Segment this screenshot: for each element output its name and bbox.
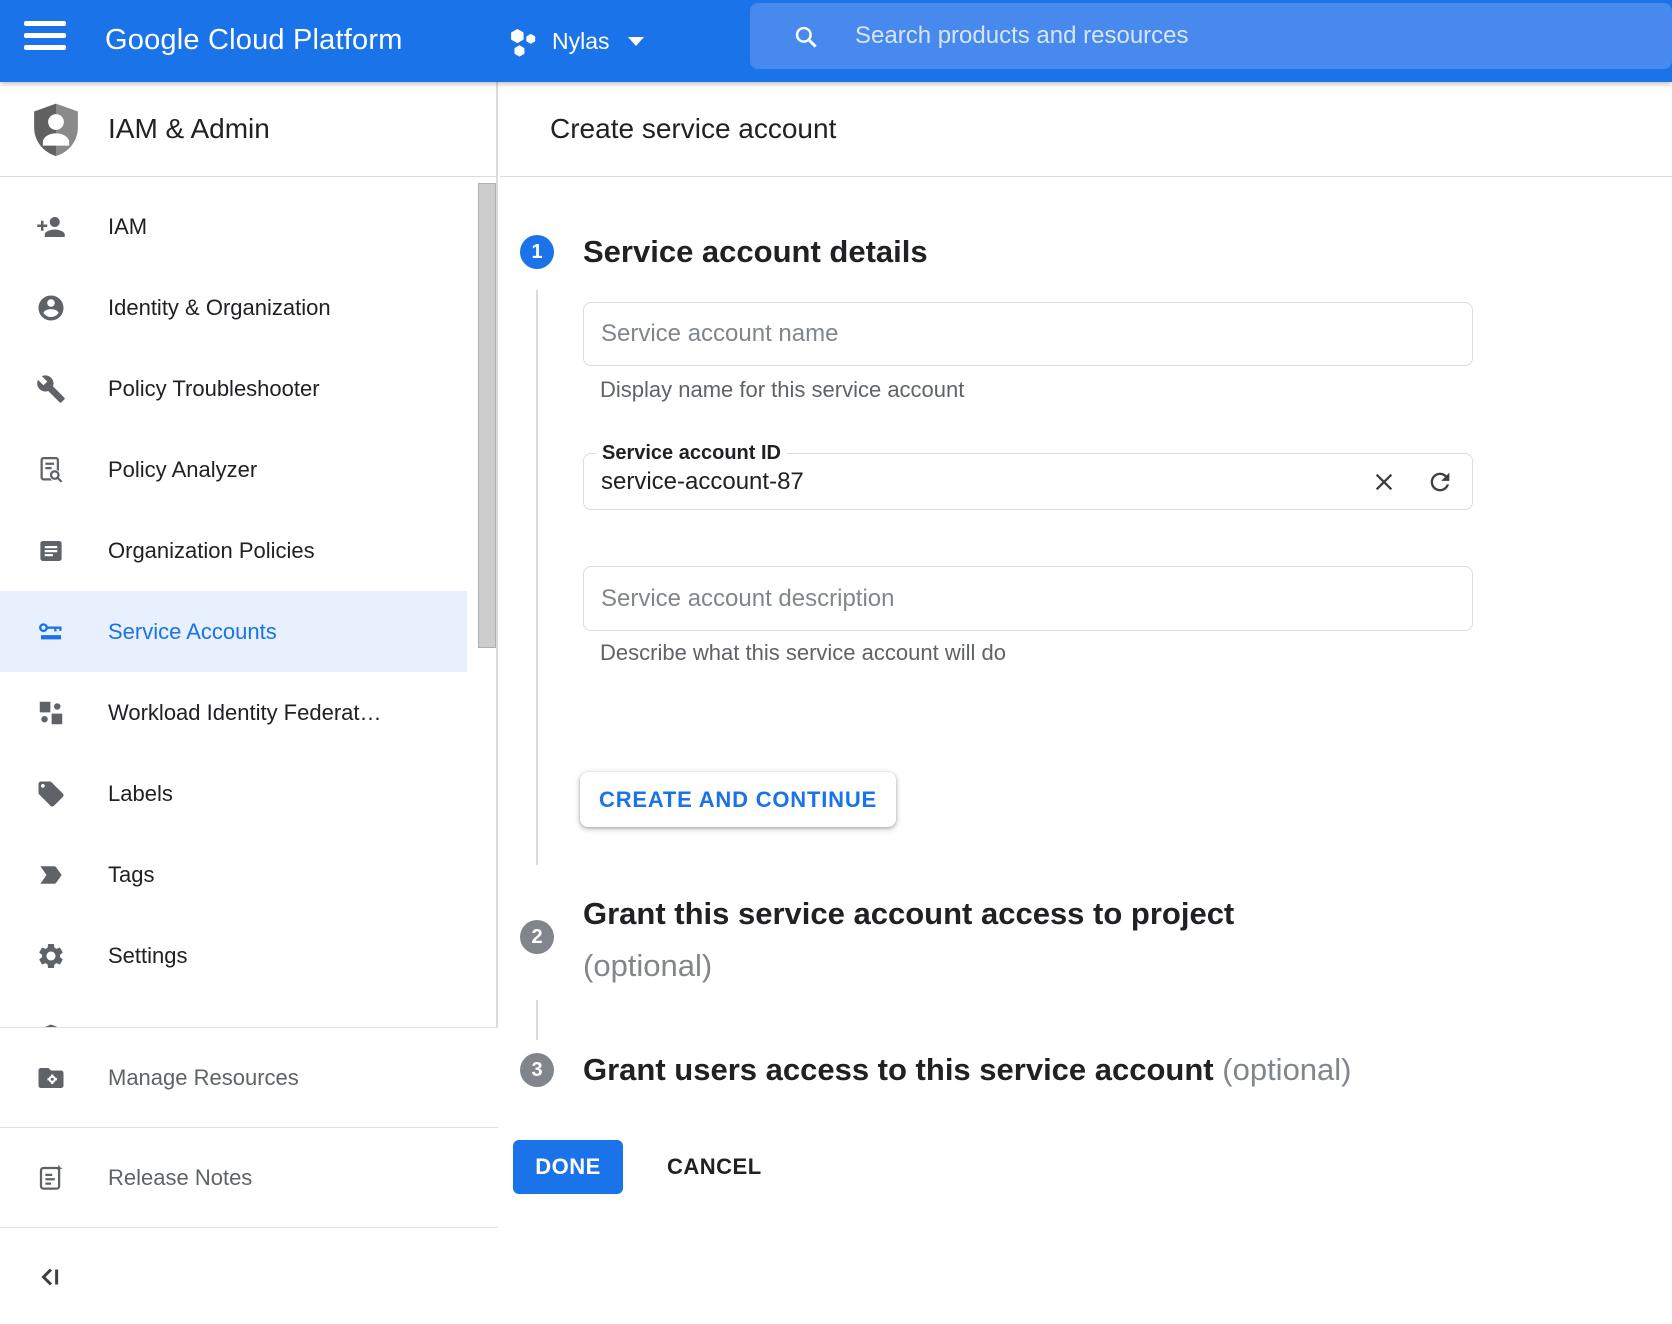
menu-icon[interactable] — [24, 21, 66, 51]
gcp-logo[interactable]: Google Cloud Platform — [105, 0, 403, 82]
cancel-button[interactable]: CANCEL — [667, 1140, 762, 1194]
step-2-title-line2: (optional) — [583, 940, 1234, 992]
wrench-icon — [36, 374, 66, 404]
sidebar-item-label: Release Notes — [108, 1165, 252, 1191]
done-button[interactable]: DONE — [513, 1140, 623, 1194]
search-bar — [750, 3, 1672, 69]
sidebar-item-label: Tags — [108, 862, 154, 888]
sidebar-scrollbar[interactable] — [478, 183, 496, 648]
sidebar-item-policy-troubleshooter[interactable]: Policy Troubleshooter — [0, 348, 467, 429]
sidebar-item-label: Identity & Organization — [108, 295, 331, 321]
step-2-title-line1: Grant this service account access to pro… — [583, 888, 1234, 940]
step-3-indicator: 3 — [520, 1053, 554, 1087]
sidebar-nav: IAM Identity & Organization Policy Trouble… — [0, 178, 498, 1027]
service-account-id-input[interactable] — [601, 468, 1370, 496]
person-add-icon — [36, 212, 66, 242]
step-2-indicator: 2 — [520, 920, 554, 954]
chevron-down-icon — [628, 37, 644, 46]
clear-icon[interactable] — [1370, 468, 1398, 496]
sidebar-item-organization-policies[interactable]: Organization Policies — [0, 510, 467, 591]
step-1-title: Service account details — [583, 235, 928, 269]
sidebar-item-label: Settings — [108, 943, 188, 969]
folder-gear-icon — [36, 1063, 66, 1093]
sidebar-title: IAM & Admin — [108, 113, 270, 145]
sidebar-item-manage-resources[interactable]: Manage Resources — [0, 1028, 498, 1128]
document-search-icon — [36, 455, 66, 485]
sidebar-item-label: IAM — [108, 214, 147, 240]
step-connector-2 — [536, 1000, 538, 1040]
arrow-tag-icon — [36, 860, 66, 890]
iam-admin-shield-icon — [28, 100, 84, 158]
sidebar-item-workload-identity-federat[interactable]: Workload Identity Federat… — [0, 672, 467, 753]
sidebar-item-label: Policy Analyzer — [108, 457, 257, 483]
sidebar-item-label: Policy Troubleshooter — [108, 376, 320, 402]
step-3-title-optional: (optional) — [1222, 1052, 1351, 1087]
step-3-title: Grant users access to this service accou… — [583, 1053, 1352, 1087]
page-header: Create service account — [500, 82, 1672, 177]
project-selector[interactable]: Nylas — [506, 0, 644, 82]
create-and-continue-button[interactable]: CREATE AND CONTINUE — [580, 772, 896, 827]
sidebar-item-label: Manage Resources — [108, 1065, 299, 1091]
collapse-sidebar-icon[interactable] — [36, 1262, 66, 1292]
document-lines-icon — [36, 536, 66, 566]
sidebar-item-service-accounts[interactable]: Service Accounts — [0, 591, 467, 672]
gcp-console: Google Cloud Platform Nylas IAM & Admin … — [0, 0, 1672, 1324]
step-1-indicator: 1 — [520, 235, 554, 269]
sidebar-item-privacy-security[interactable]: Privacy & Security — [0, 996, 467, 1027]
key-icon — [36, 617, 66, 647]
service-account-name-input[interactable] — [601, 320, 1472, 348]
sidebar-item-release-notes[interactable]: Release Notes — [0, 1128, 498, 1228]
service-account-description-helper: Describe what this service account will … — [600, 640, 1006, 666]
service-account-id-field: Service account ID — [583, 453, 1473, 510]
sidebar: IAM & Admin IAM Identity & Organization Po… — [0, 82, 498, 1324]
service-account-description-input[interactable] — [601, 585, 1472, 613]
sidebar-header: IAM & Admin — [0, 82, 498, 177]
step-3-title-text: Grant users access to this service accou… — [583, 1052, 1214, 1087]
search-icon — [792, 23, 819, 50]
mosaic-icon — [36, 698, 66, 728]
app-bar: Google Cloud Platform Nylas — [0, 0, 1672, 82]
step-2-title: Grant this service account access to pro… — [583, 888, 1234, 992]
refresh-icon[interactable] — [1426, 468, 1454, 496]
project-name: Nylas — [552, 28, 610, 55]
sidebar-item-label: Labels — [108, 781, 173, 807]
document-sparkle-icon — [36, 1163, 66, 1193]
person-circle-icon — [36, 293, 66, 323]
service-account-name-field — [583, 302, 1473, 366]
service-account-name-helper: Display name for this service account — [600, 377, 964, 403]
tag-icon — [36, 779, 66, 809]
service-account-id-label: Service account ID — [596, 442, 787, 464]
sidebar-item-tags[interactable]: Tags — [0, 834, 467, 915]
sidebar-item-labels[interactable]: Labels — [0, 753, 467, 834]
sidebar-collapse-row — [0, 1228, 498, 1324]
sidebar-item-settings[interactable]: Settings — [0, 915, 467, 996]
service-account-description-field — [583, 566, 1473, 631]
step-connector-1 — [536, 290, 538, 865]
sidebar-item-identity-organization[interactable]: Identity & Organization — [0, 267, 467, 348]
gear-icon — [36, 941, 66, 971]
page-title: Create service account — [550, 82, 836, 177]
sidebar-item-label: Workload Identity Federat… — [108, 700, 382, 726]
search-input[interactable] — [855, 22, 1652, 50]
sidebar-item-label: Organization Policies — [108, 538, 315, 564]
sidebar-item-policy-analyzer[interactable]: Policy Analyzer — [0, 429, 467, 510]
project-hexagons-icon — [506, 24, 540, 58]
sidebar-footer: Manage Resources Release Notes — [0, 1027, 498, 1324]
sidebar-item-label: Service Accounts — [108, 619, 277, 645]
sidebar-item-iam[interactable]: IAM — [0, 186, 467, 267]
main-content: Create service account 1 Service account… — [500, 82, 1672, 1324]
